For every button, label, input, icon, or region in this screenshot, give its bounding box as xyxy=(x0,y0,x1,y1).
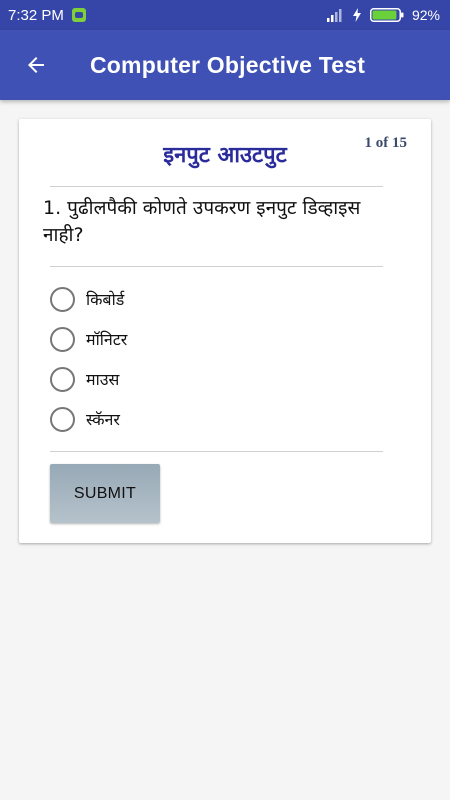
submit-button[interactable]: SUBMIT xyxy=(50,464,160,523)
status-time: 7:32 PM xyxy=(8,6,64,24)
app-notification-icon xyxy=(71,8,86,22)
option-label: स्कॅनर xyxy=(86,410,120,429)
signal-icon xyxy=(326,9,342,22)
answer-option[interactable]: माउस xyxy=(50,359,127,399)
arrow-left-icon xyxy=(28,57,44,73)
app-bar: Computer Objective Test xyxy=(0,30,450,100)
back-button[interactable] xyxy=(6,30,66,100)
app-title: Computer Objective Test xyxy=(90,51,366,78)
question-card: इनपुट आउटपुट 1 of 15 1. पुढीलपैकी कोणते … xyxy=(19,119,431,543)
radio-button[interactable] xyxy=(50,286,75,312)
option-label: माउस xyxy=(86,370,120,389)
answer-option[interactable]: मॉनिटर xyxy=(50,319,127,359)
answer-option[interactable]: स्कॅनर xyxy=(50,399,127,439)
battery-percentage: 92% xyxy=(411,7,440,23)
option-label: मॉनिटर xyxy=(86,330,128,349)
divider xyxy=(50,451,383,452)
divider xyxy=(50,266,383,267)
answer-option[interactable]: किबोर्ड xyxy=(50,279,127,319)
radio-button[interactable] xyxy=(50,366,75,392)
option-label: किबोर्ड xyxy=(86,290,125,309)
question-progress: 1 of 15 xyxy=(364,135,408,151)
status-bar: 7:32 PM 92% xyxy=(0,0,450,30)
answer-options: किबोर्ड मॉनिटर माउस स्कॅनर xyxy=(50,279,127,439)
battery-icon xyxy=(369,8,404,22)
radio-button[interactable] xyxy=(50,326,75,352)
charging-bolt-icon xyxy=(352,8,361,22)
status-indicators: 92% xyxy=(326,7,440,23)
divider xyxy=(50,186,383,187)
radio-button[interactable] xyxy=(50,406,75,432)
question-text: 1. पुढीलपैकी कोणते उपकरण इनपुट डिव्हाइस … xyxy=(43,197,361,246)
